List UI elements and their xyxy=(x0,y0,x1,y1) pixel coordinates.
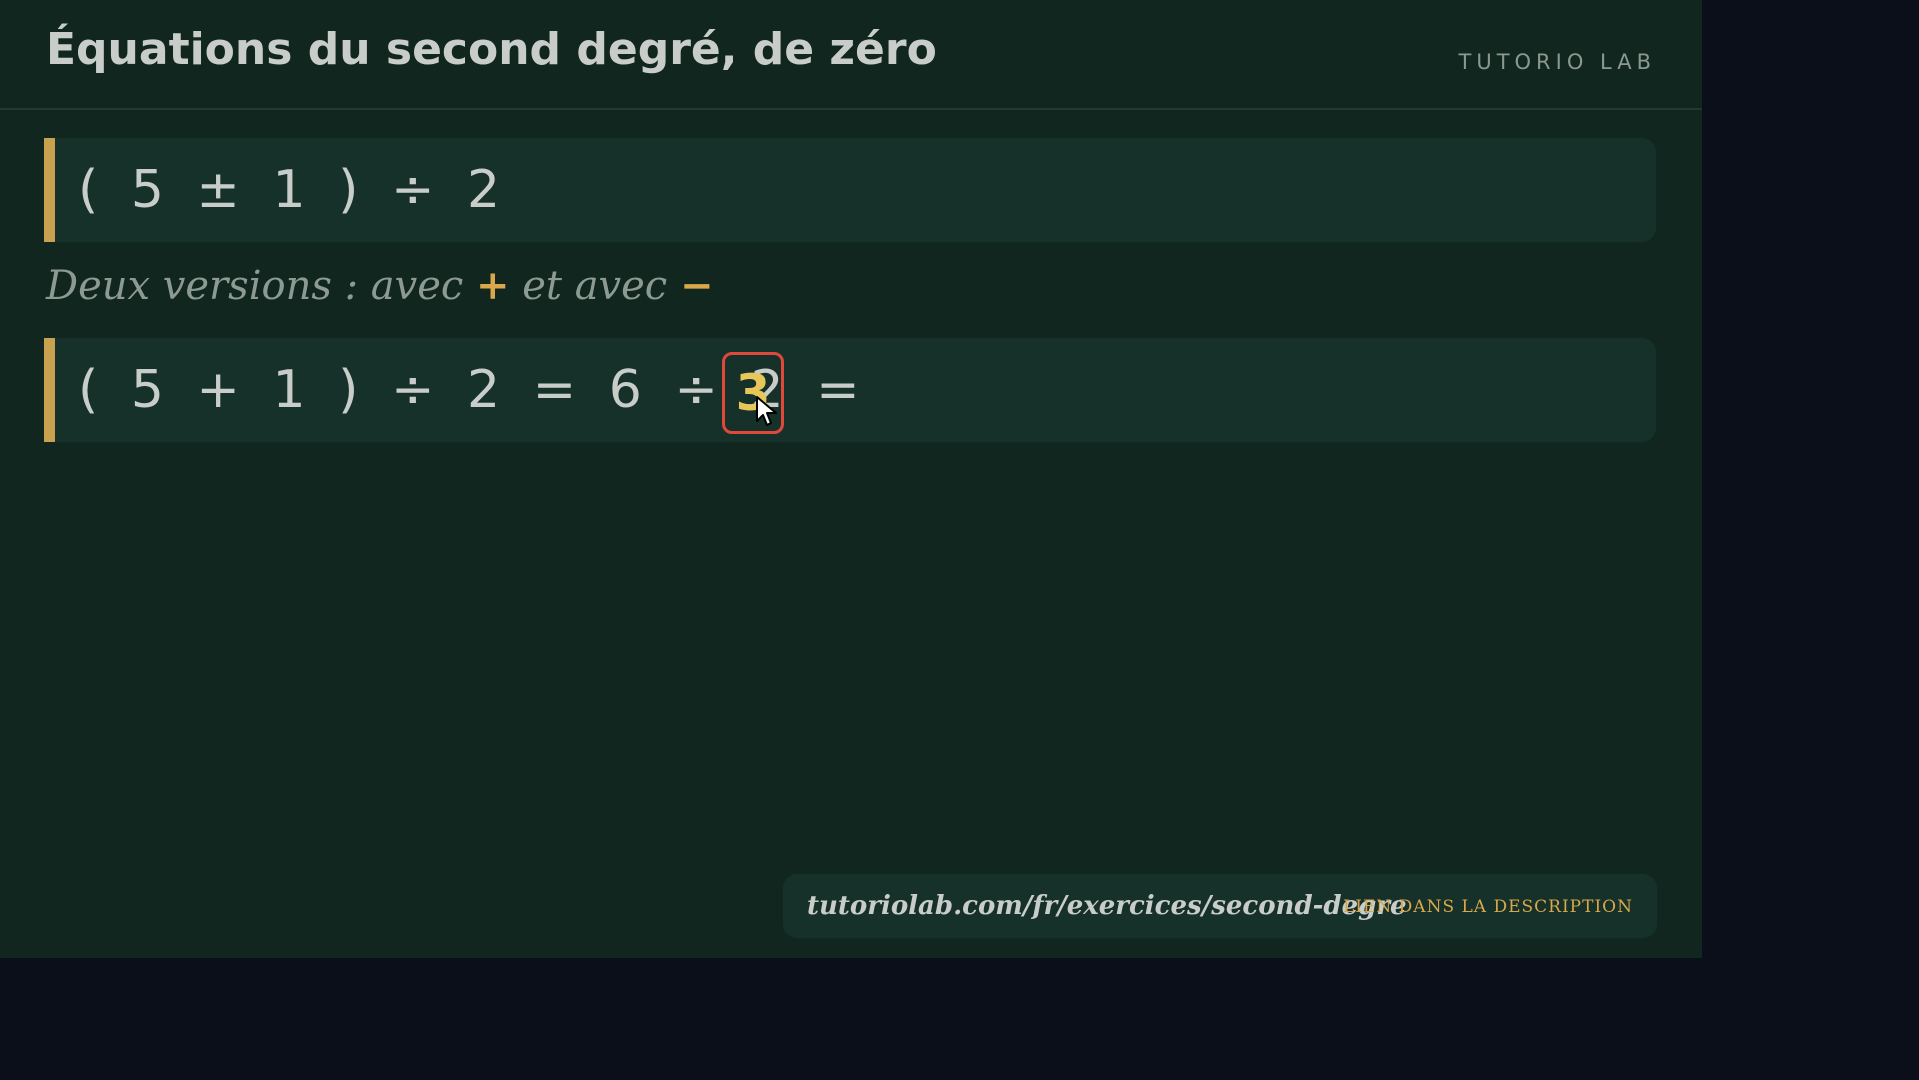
equation-box-plus: ( 5 + 1 ) ÷ 2 = 6 ÷ 2 = 3 xyxy=(44,338,1656,442)
equation-general: ( 5 ± 1 ) ÷ 2 xyxy=(78,160,509,220)
caption-text-2: et avec xyxy=(509,263,680,309)
footer-description: LIEN DANS LA DESCRIPTION xyxy=(1342,897,1633,917)
page-title: Équations du second degré, de zéro xyxy=(46,24,937,75)
accent-bar xyxy=(44,138,55,242)
equation-box-general: ( 5 ± 1 ) ÷ 2 xyxy=(44,138,1656,242)
caption-text-1: Deux versions : avec xyxy=(46,263,476,309)
footer-url[interactable]: tutoriolab.com/fr/exercices/second-degre xyxy=(807,874,1407,938)
minus-sign: − xyxy=(679,262,714,309)
accent-bar xyxy=(44,338,55,442)
answer-highlight[interactable]: 3 xyxy=(722,352,784,434)
chalkboard: Équations du second degré, de zéro TUTOR… xyxy=(0,0,1702,958)
mouse-cursor-icon xyxy=(756,396,777,426)
footer-link-box[interactable]: tutoriolab.com/fr/exercices/second-degre… xyxy=(783,874,1657,938)
versions-caption: Deux versions : avec + et avec − xyxy=(46,262,713,309)
brand-logo-text: TUTORIO LAB xyxy=(1458,50,1656,74)
plus-sign: + xyxy=(476,262,510,309)
header: Équations du second degré, de zéro TUTOR… xyxy=(0,0,1702,110)
